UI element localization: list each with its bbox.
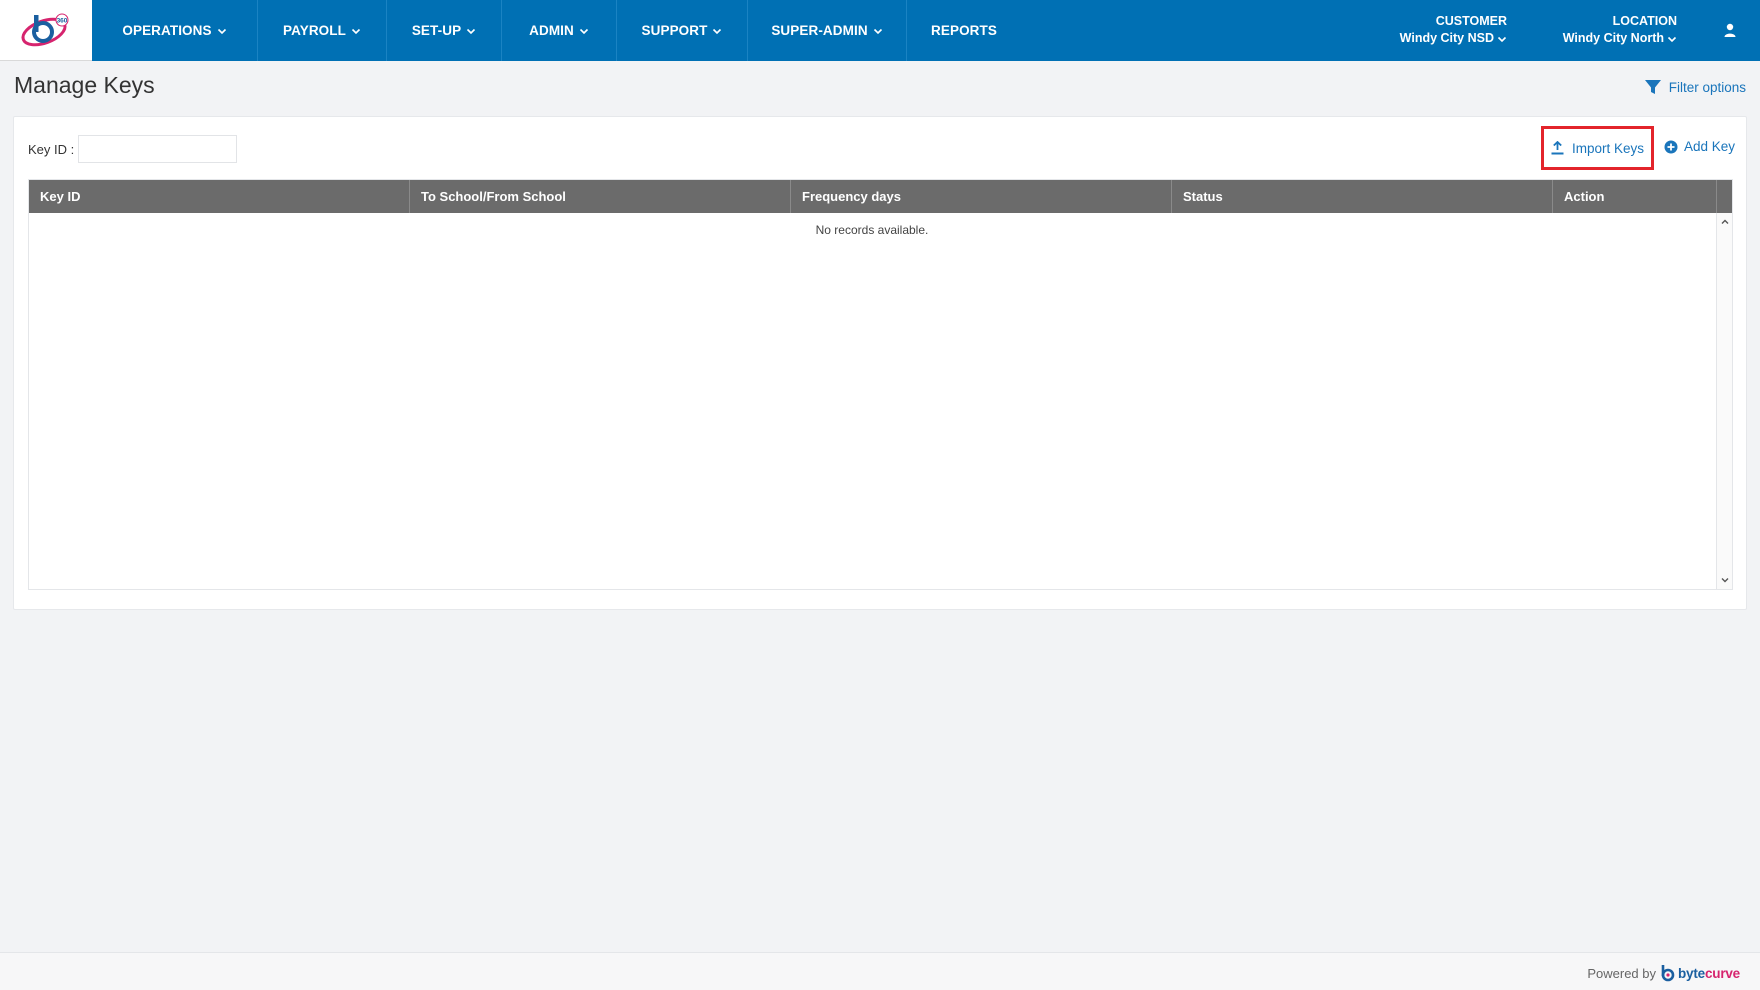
upload-icon [1551, 141, 1564, 155]
brand-part-byte: byte [1678, 965, 1705, 981]
chevron-down-icon [466, 26, 476, 36]
header-scroll-spacer [1717, 180, 1732, 213]
location-label: LOCATION [1612, 14, 1677, 28]
chevron-down-icon [579, 26, 589, 36]
filter-options-label: Filter options [1668, 79, 1746, 95]
chevron-down-icon [217, 26, 227, 36]
scroll-down-icon[interactable] [1720, 575, 1730, 585]
column-header-action[interactable]: Action [1553, 180, 1717, 213]
plus-circle-icon [1664, 140, 1678, 153]
no-records-message: No records available. [815, 223, 929, 237]
location-selector[interactable]: LOCATION Windy City North [1563, 13, 1677, 47]
nav-super-admin[interactable]: SUPER-ADMIN [748, 0, 907, 61]
nav-admin[interactable]: ADMIN [502, 0, 617, 61]
column-header-key-id[interactable]: Key ID [29, 180, 410, 213]
keys-card: Key ID : Import Keys Add Key Key ID To S… [13, 116, 1747, 610]
powered-by-label: Powered by [1587, 965, 1656, 981]
page-title: Manage Keys [14, 72, 155, 98]
nav-support[interactable]: SUPPORT [617, 0, 748, 61]
location-value: Windy City North [1562, 31, 1664, 45]
chevron-down-icon [351, 26, 361, 36]
filter-options-button[interactable]: Filter options [1644, 78, 1746, 96]
customer-value: Windy City NSD [1399, 31, 1494, 45]
key-id-input[interactable] [78, 135, 237, 163]
chevron-down-icon [873, 26, 883, 36]
footer: Powered by bytecurve [0, 952, 1760, 990]
import-keys-label: Import Keys [1571, 140, 1645, 156]
chevron-down-icon [1667, 36, 1677, 42]
vertical-scrollbar[interactable] [1716, 213, 1732, 589]
nav-reports-label: REPORTS [931, 23, 997, 38]
nav-support-label: SUPPORT [641, 23, 708, 38]
top-navigation-bar: 360 OPERATIONS PAYROLL SET-UP ADMIN SUPP… [0, 0, 1760, 61]
user-profile-icon[interactable] [1722, 22, 1738, 38]
bytecurve-logo-icon [1661, 965, 1675, 982]
svg-text:360: 360 [57, 18, 68, 25]
b360-logo-icon: 360 [21, 13, 69, 47]
nav-admin-label: ADMIN [529, 23, 574, 38]
nav-super-admin-label: SUPER-ADMIN [771, 23, 868, 38]
customer-selector[interactable]: CUSTOMER Windy City NSD [1400, 13, 1507, 47]
filter-icon [1644, 80, 1661, 94]
column-header-frequency-days[interactable]: Frequency days [791, 180, 1172, 213]
import-keys-button[interactable]: Import Keys [1541, 126, 1654, 170]
nav-operations[interactable]: OPERATIONS [92, 0, 258, 61]
chevron-down-icon [712, 26, 722, 36]
nav-payroll[interactable]: PAYROLL [258, 0, 387, 61]
keys-table: Key ID To School/From School Frequency d… [28, 179, 1733, 590]
app-logo[interactable]: 360 [0, 0, 92, 61]
column-header-to-from-school[interactable]: To School/From School [410, 180, 791, 213]
nav-setup[interactable]: SET-UP [387, 0, 502, 61]
nav-operations-label: OPERATIONS [122, 23, 212, 38]
table-body: No records available. [29, 213, 1732, 589]
customer-label: CUSTOMER [1435, 14, 1507, 28]
table-header: Key ID To School/From School Frequency d… [29, 180, 1732, 213]
powered-by: Powered by bytecurve [1587, 964, 1740, 982]
nav-reports[interactable]: REPORTS [907, 0, 1021, 61]
nav-setup-label: SET-UP [411, 23, 462, 38]
nav-payroll-label: PAYROLL [283, 23, 346, 38]
bytecurve-brand[interactable]: bytecurve [1678, 966, 1740, 981]
scroll-up-icon[interactable] [1720, 217, 1730, 227]
brand-part-curve: curve [1704, 965, 1740, 981]
key-id-label: Key ID : [28, 142, 75, 157]
main-menu: OPERATIONS PAYROLL SET-UP ADMIN SUPPORT … [92, 0, 1021, 61]
add-key-button[interactable]: Add Key [1664, 139, 1735, 154]
chevron-down-icon [1497, 36, 1507, 42]
column-header-status[interactable]: Status [1172, 180, 1553, 213]
add-key-label: Add Key [1684, 139, 1736, 154]
